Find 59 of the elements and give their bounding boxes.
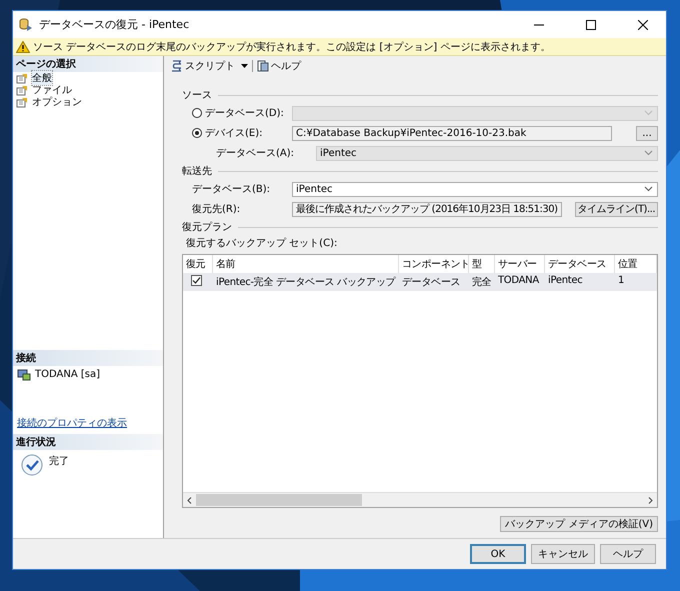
verify-media-button[interactable]: バックアップ メディアの検証(V) — [500, 516, 658, 532]
help-icon — [257, 60, 269, 72]
radio-label: データベース(D): — [205, 107, 284, 120]
help-button[interactable]: ヘルプ — [257, 59, 301, 73]
section-header: 進行状況 — [13, 434, 163, 450]
radio-label: デバイス(E): — [205, 127, 262, 140]
page-item[interactable]: オプション — [32, 95, 82, 109]
page-item[interactable]: 全般 — [32, 71, 52, 85]
close-icon — [638, 20, 648, 30]
progress-status: 完了 — [49, 454, 69, 469]
page-icon — [16, 84, 28, 96]
scroll-right-icon[interactable] — [648, 496, 653, 504]
server-name: TODANA [sa] — [35, 369, 100, 380]
dialog-button[interactable]: キャンセル — [531, 544, 595, 564]
table-cell-text: TODANA — [497, 274, 540, 288]
group-title: ソース — [182, 89, 212, 102]
chevron-icon — [644, 110, 653, 116]
page-icon — [16, 72, 28, 84]
table-cell-text: iPentec-完全 データベース バックアップ — [215, 276, 397, 290]
checkbox[interactable] — [191, 275, 202, 286]
radio-button[interactable] — [192, 108, 202, 118]
field-label: 復元先(R): — [191, 202, 242, 216]
field-label: データベース(B): — [191, 183, 272, 196]
dropdown-arrow-icon — [241, 64, 248, 68]
database-restore-icon — [19, 18, 33, 31]
table-cell-text: 完全 — [471, 276, 492, 290]
script-dropdown-button[interactable]: スクリプト — [170, 59, 248, 73]
database-dropdown[interactable]: iPentec — [292, 182, 658, 196]
grid-label: 復元するバックアップ セット(C): — [185, 236, 338, 250]
window-title: データベースの復元 - iPentec — [39, 17, 190, 32]
maximize-icon — [586, 20, 596, 30]
dialog-button[interactable]: OK — [470, 544, 526, 564]
page-icon — [16, 96, 28, 108]
group-title: 復元プラン — [182, 220, 232, 234]
table-cell-text: データベース — [401, 276, 462, 290]
server-icon — [17, 369, 31, 381]
table-cell-text: iPentec — [547, 274, 584, 288]
warning-icon — [16, 40, 30, 52]
page-item[interactable]: ファイル — [32, 83, 72, 97]
horizontal-scrollbar[interactable] — [183, 492, 657, 507]
warning-message: ソース データベースのログ末尾のバックアップが実行されます。この設定は [オプション] ページに表示されます。 — [33, 40, 550, 54]
script-icon — [170, 60, 183, 72]
group-title: 転送先 — [182, 164, 212, 178]
chevron-icon — [644, 150, 653, 156]
timeline-button[interactable]: タイムライン(T)... — [574, 202, 658, 216]
field-label: データベース(A): — [215, 147, 296, 160]
browse-button[interactable]: ... — [636, 126, 658, 140]
section-header: 接続 — [13, 350, 163, 366]
dialog-button[interactable]: ヘルプ — [600, 544, 656, 564]
section-header: ページの選択 — [13, 56, 163, 72]
checkmark-icon — [21, 454, 43, 476]
chevron-icon — [644, 186, 653, 192]
radio-button[interactable] — [192, 128, 202, 138]
scroll-left-icon[interactable] — [187, 496, 192, 504]
connection-properties-link[interactable]: 接続のプロパティの表示 — [13, 416, 131, 431]
table-cell-text: 1 — [617, 274, 626, 288]
database-dropdown[interactable]: iPentec — [316, 146, 658, 160]
device-path-field[interactable]: C:¥Database Backup¥iPentec-2016-10-23.bak — [292, 126, 612, 140]
restore-to-field[interactable]: 最後に作成されたバックアップ (2016年10月23日 18:51:30) — [292, 202, 562, 216]
